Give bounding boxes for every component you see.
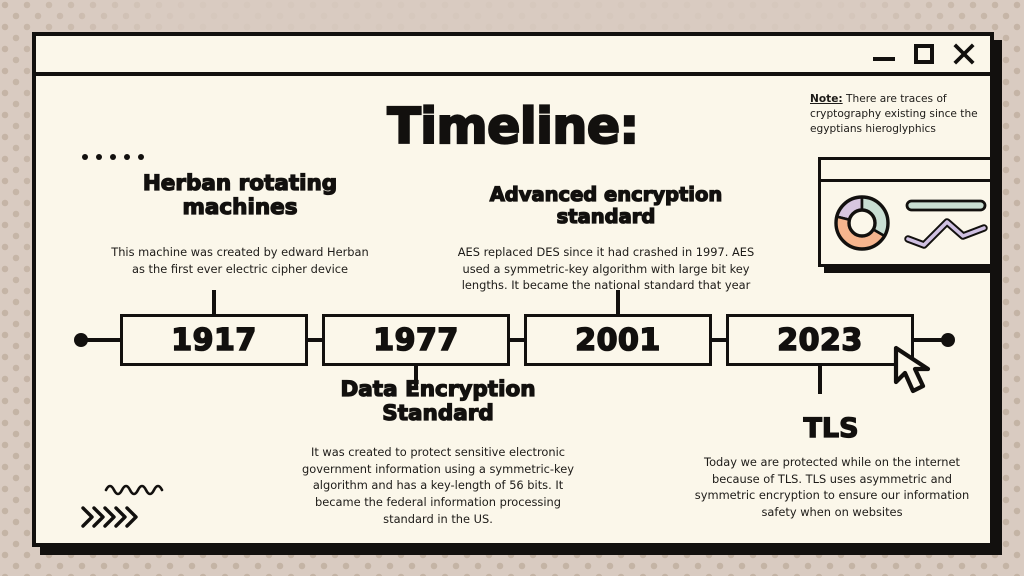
entry-body-1917: This machine was created by edward Herba… [111,245,369,276]
timeline-stem-2001 [616,290,620,314]
maximize-button[interactable] [912,42,936,66]
mini-window-content [821,182,990,264]
timeline-box-1977[interactable]: 1977 [322,314,510,366]
close-icon [953,43,975,65]
entry-title-1917: Herban rotating machines [142,171,338,221]
mouse-cursor-arrow-icon [893,345,931,394]
timeline-box-2023[interactable]: 2023 [726,314,914,366]
window-content: Timeline: Note: There are traces of cryp… [36,76,990,543]
timeline-connector [711,338,727,342]
note-block: Note: There are traces of cryptography e… [810,92,978,137]
entry-body-2001: AES replaced DES since it had crashed in… [457,245,755,293]
entry-title-2001: Advanced encryption standard [489,183,723,229]
close-button[interactable] [952,42,976,66]
entry-title-2023: TLS [803,413,859,444]
timeline-strip: 1917 1977 2001 2023 [36,290,990,394]
timeline-connector [307,338,323,342]
timeline-stem-1917 [212,290,216,314]
entry-body-1977: It was created to protect sensitive elec… [302,445,574,526]
chevron-right-row-decoration [81,506,138,528]
timeline-box-1917[interactable]: 1917 [120,314,308,366]
donut-chart-icon [834,195,890,251]
note-label: Note: [810,93,843,105]
main-window: Timeline: Note: There are traces of cryp… [32,32,994,547]
timeline-stem-2023 [818,366,822,394]
timeline-connector [509,338,525,342]
minimize-icon [873,47,895,61]
slide-canvas: Timeline: Note: There are traces of cryp… [0,0,1024,576]
mini-chart-window [818,157,990,267]
timeline-box-2001[interactable]: 2001 [524,314,712,366]
entry-body-2023: Today we are protected while on the inte… [694,455,970,519]
minimize-button[interactable] [872,42,896,66]
maximize-icon [914,44,934,64]
wave-line-decoration [104,484,164,496]
window-title-bar [36,36,990,76]
mini-window-title-bar [821,160,990,182]
timeline-end-dot [941,333,955,347]
entry-title-1977: Data Encryption Standard [340,377,536,427]
timeline-connector [86,338,122,342]
line-chart-icon [904,199,988,249]
